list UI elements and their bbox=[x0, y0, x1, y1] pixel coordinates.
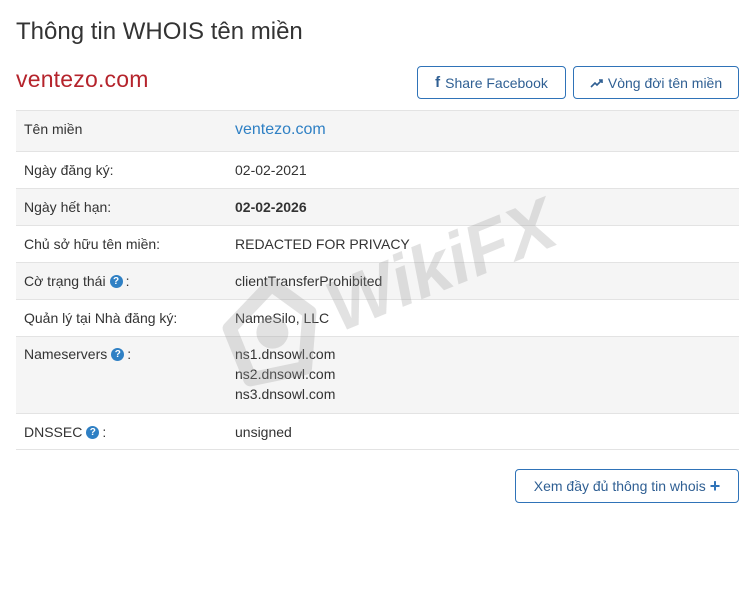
plus-icon: + bbox=[709, 476, 721, 496]
label-nameservers-suffix: : bbox=[127, 346, 132, 362]
domain-lifecycle-button[interactable]: Vòng đời tên miền bbox=[573, 66, 739, 99]
domain-lifecycle-label: Vòng đời tên miền bbox=[607, 74, 723, 91]
page-title: Thông tin WHOIS tên miền bbox=[16, 18, 303, 45]
row-nameservers: Nameservers ? : ns1.dnsowl.com ns2.dnsow… bbox=[16, 336, 739, 414]
row-expires: Ngày hết hạn: 02-02-2026 bbox=[16, 188, 739, 226]
help-icon[interactable]: ? bbox=[109, 275, 123, 288]
label-dnssec: DNSSEC bbox=[24, 424, 83, 440]
row-registrar: Quản lý tại Nhà đăng ký: NameSilo, LLC bbox=[16, 299, 739, 337]
label-dnssec-suffix: : bbox=[102, 424, 107, 440]
value-registrar: NameSilo, LLC bbox=[235, 299, 739, 337]
label-owner: Chủ sở hữu tên miền: bbox=[16, 225, 235, 263]
label-expires: Ngày hết hạn: bbox=[16, 188, 235, 226]
value-expires: 02-02-2026 bbox=[235, 188, 739, 226]
value-dnssec: unsigned bbox=[235, 413, 739, 450]
row-dnssec: DNSSEC ? : unsigned bbox=[16, 413, 739, 450]
domain-heading: ventezo.com bbox=[16, 66, 149, 92]
label-domain: Tên miền bbox=[16, 110, 235, 152]
label-status: Cờ trạng thái bbox=[24, 273, 106, 289]
row-owner: Chủ sở hữu tên miền: REDACTED FOR PRIVAC… bbox=[16, 225, 739, 263]
view-full-whois-button[interactable]: Xem đầy đủ thông tin whois + bbox=[515, 469, 739, 503]
help-icon[interactable]: ? bbox=[111, 348, 125, 361]
row-status: Cờ trạng thái ? : clientTransferProhibit… bbox=[16, 262, 739, 300]
value-status: clientTransferProhibited bbox=[235, 262, 739, 300]
share-facebook-button[interactable]: f Share Facebook bbox=[417, 66, 566, 99]
nameserver-item: ns2.dnsowl.com bbox=[235, 366, 336, 382]
whois-table: Tên miền ventezo.com Ngày đăng ký: 02-02… bbox=[16, 110, 739, 450]
value-registered: 02-02-2021 bbox=[235, 151, 739, 189]
nameserver-item: ns1.dnsowl.com bbox=[235, 346, 336, 362]
row-domain: Tên miền ventezo.com bbox=[16, 110, 739, 152]
label-registrar: Quản lý tại Nhà đăng ký: bbox=[16, 299, 235, 337]
view-full-whois-label: Xem đầy đủ thông tin whois bbox=[533, 478, 706, 494]
domain-link[interactable]: ventezo.com bbox=[235, 121, 326, 138]
label-status-suffix: : bbox=[125, 273, 130, 289]
value-owner: REDACTED FOR PRIVACY bbox=[235, 225, 739, 263]
share-facebook-label: Share Facebook bbox=[445, 74, 548, 91]
trend-up-icon bbox=[590, 75, 603, 91]
nameserver-item: ns3.dnsowl.com bbox=[235, 386, 336, 402]
facebook-icon: f bbox=[435, 74, 441, 91]
label-registered: Ngày đăng ký: bbox=[16, 151, 235, 189]
label-nameservers: Nameservers bbox=[24, 346, 108, 362]
row-registered: Ngày đăng ký: 02-02-2021 bbox=[16, 151, 739, 189]
help-icon[interactable]: ? bbox=[86, 426, 100, 439]
